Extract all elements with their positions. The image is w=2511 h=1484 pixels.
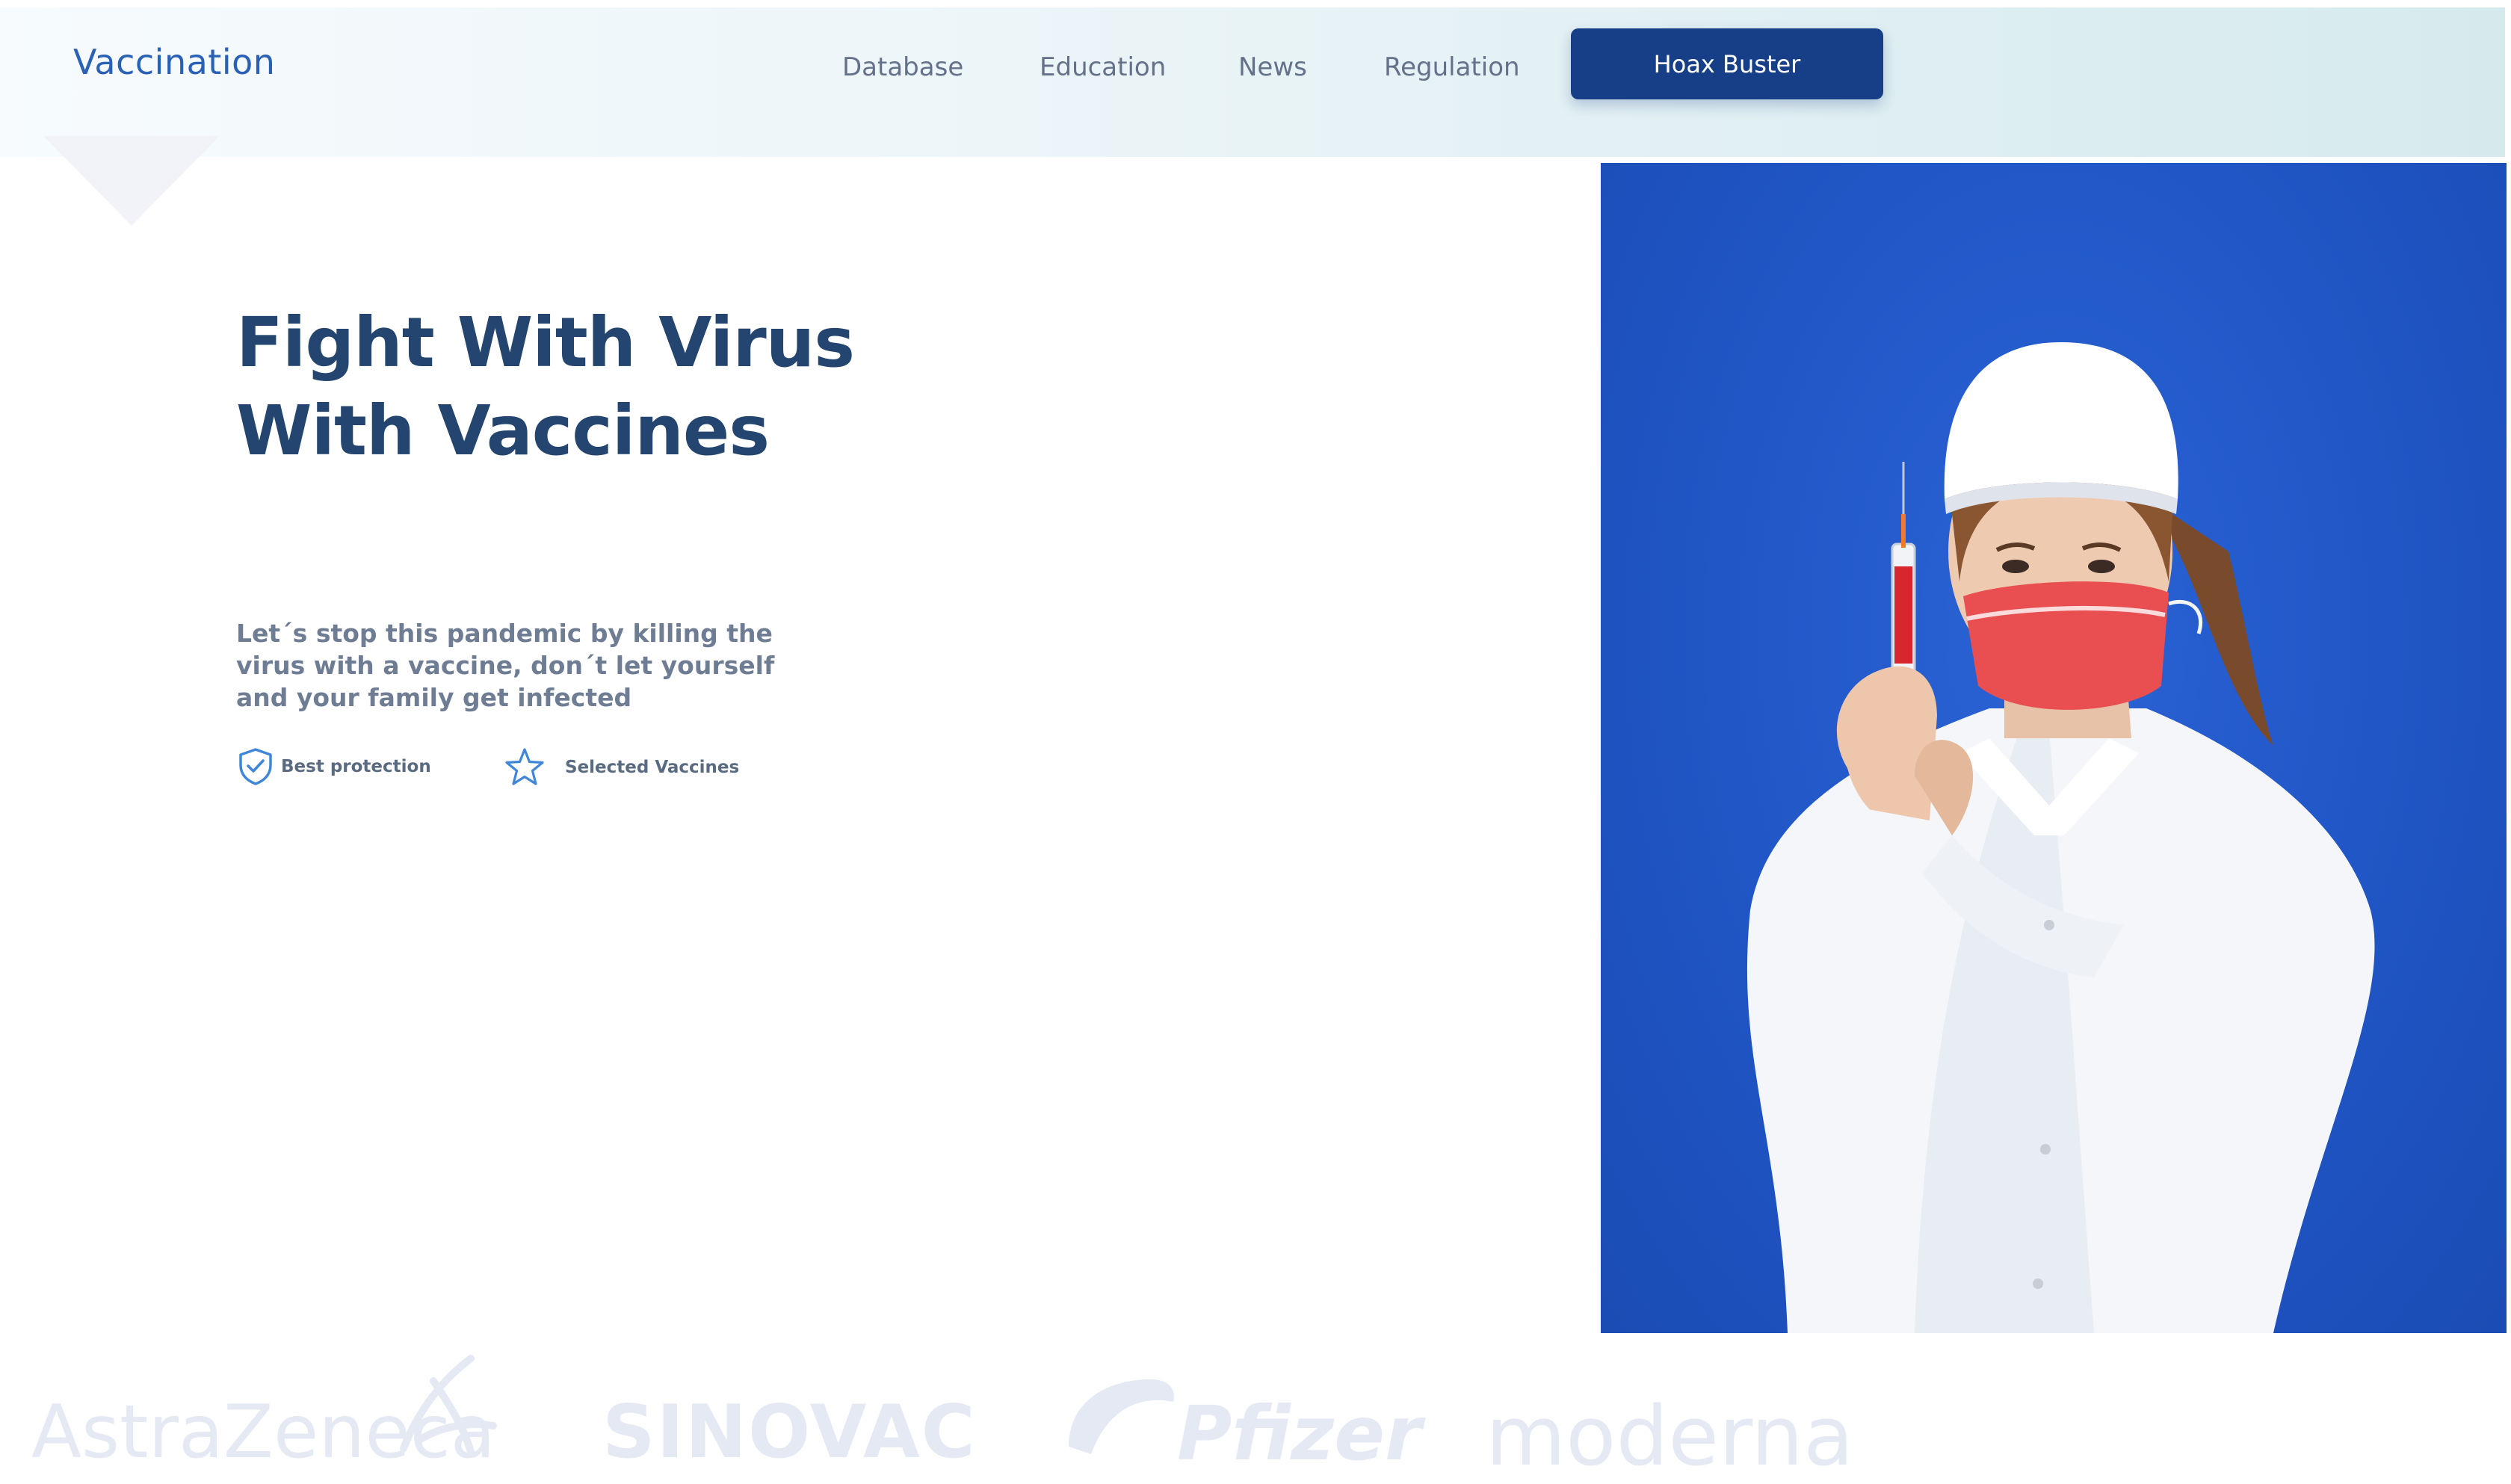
feature-best-protection: Best protection (238, 747, 431, 786)
hero-title-line-1: Fight With Virus (236, 303, 855, 383)
nav-database[interactable]: Database (842, 52, 963, 82)
hero-nurse-photo (1601, 163, 2507, 1333)
hoax-buster-button[interactable]: Hoax Buster (1571, 28, 1883, 99)
site-header: Vaccination Database Education News Regu… (0, 7, 2505, 157)
feature-label: Selected Vaccines (565, 758, 740, 777)
pfizer-mark-icon (1061, 1372, 1181, 1458)
hero-description: Let´s stop this pandemic by killing the … (236, 619, 775, 712)
feature-selected-vaccines: Selected Vaccines (504, 747, 739, 788)
nav-news[interactable]: News (1238, 52, 1307, 82)
partner-logo-sinovac: SINOVAC (602, 1390, 977, 1475)
partner-logo-pfizer: Pfizer (1177, 1390, 1422, 1477)
hero-title-line-2: With Vaccines (236, 391, 770, 471)
nav-regulation[interactable]: Regulation (1384, 52, 1520, 82)
partner-logo-moderna: moderna (1486, 1388, 1854, 1484)
nav-education[interactable]: Education (1040, 52, 1166, 82)
star-icon (504, 747, 546, 788)
decorative-triangle (43, 136, 220, 226)
shield-check-icon (238, 747, 274, 786)
hero-title: Fight With Virus With Vaccines (236, 299, 909, 475)
feature-label: Best protection (281, 757, 431, 776)
site-logo[interactable]: Vaccination (73, 42, 275, 82)
partner-logo-astrazeneca: AstraZeneca (31, 1390, 495, 1475)
